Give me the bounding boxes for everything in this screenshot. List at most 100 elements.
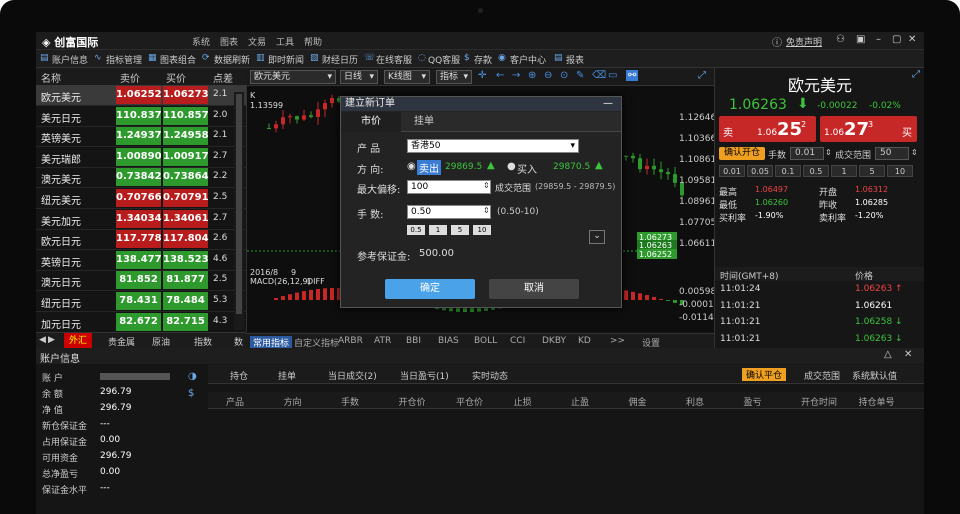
- action-button[interactable]: 成交范围: [804, 369, 840, 382]
- radio-buy[interactable]: ●: [507, 161, 516, 172]
- tab-oil[interactable]: 原油: [152, 335, 170, 348]
- scroll-thumb[interactable]: [236, 94, 242, 314]
- dialog-quick-lot[interactable]: 10: [473, 225, 491, 235]
- buy-button[interactable]: 1.06 27 3 买: [820, 116, 917, 142]
- menu-chart[interactable]: 图表: [220, 35, 238, 48]
- quote-ask[interactable]: 1.34061: [163, 209, 209, 228]
- tool-news[interactable]: 即时新闻: [268, 53, 304, 66]
- quote-row[interactable]: 美元瑞郎 1.00890 1.00917 2.7: [36, 147, 246, 168]
- menu-trade[interactable]: 文易: [248, 35, 266, 48]
- quote-ask[interactable]: 81.877: [163, 271, 208, 290]
- quote-row[interactable]: 澳元美元 0.73842 0.73864 2.2: [36, 167, 246, 189]
- close-icon[interactable]: ✕: [908, 34, 916, 45]
- minimize-icon[interactable]: –: [876, 34, 881, 45]
- quick-lot-button[interactable]: 5: [859, 165, 885, 177]
- radio-sell[interactable]: ◉: [407, 161, 416, 172]
- quote-ask[interactable]: 0.73864: [163, 168, 209, 187]
- quote-scrollbar[interactable]: [234, 92, 244, 330]
- quick-lot-button[interactable]: 0.5: [803, 165, 829, 177]
- tab-market[interactable]: 市价: [341, 112, 401, 132]
- quote-row[interactable]: 澳元日元 81.852 81.877 2.5: [36, 270, 246, 292]
- indicator-tab[interactable]: BIAS: [438, 336, 459, 346]
- quick-lot-button[interactable]: 0.01: [719, 165, 745, 177]
- dialog-quick-lot[interactable]: 1: [429, 225, 447, 235]
- range-input[interactable]: 50: [875, 147, 909, 160]
- scroll-right-icon[interactable]: ▶: [48, 335, 55, 345]
- quote-ask[interactable]: 0.70791: [163, 189, 209, 207]
- position-tab[interactable]: 当日成交(2): [328, 369, 377, 382]
- quote-row[interactable]: 美元加元 1.34034 1.34061 2.7: [36, 209, 246, 230]
- indicator-tab[interactable]: KD: [578, 336, 591, 346]
- close-icon[interactable]: —: [603, 97, 613, 111]
- indicator-tab[interactable]: >>: [610, 336, 625, 346]
- tool-indicators[interactable]: 指标管理: [106, 53, 142, 66]
- tab-more[interactable]: 数: [234, 335, 243, 348]
- quote-row[interactable]: 欧元美元 1.06252 1.06273 2.1: [36, 85, 246, 106]
- sell-radio-label[interactable]: 卖出: [417, 160, 441, 175]
- tab-index[interactable]: 指数: [194, 335, 212, 348]
- zoom-reset-icon[interactable]: ⊙: [560, 70, 568, 81]
- menu-system[interactable]: 系统: [192, 35, 210, 48]
- quote-ask[interactable]: 117.804: [163, 230, 209, 249]
- tool-deposit[interactable]: 存款: [474, 53, 492, 66]
- quick-lot-button[interactable]: 10: [887, 165, 913, 177]
- buy-radio-label[interactable]: 买入: [517, 161, 537, 176]
- quote-ask[interactable]: 1.00917: [163, 147, 209, 166]
- zoom-in-icon[interactable]: ⊕: [528, 70, 536, 81]
- quote-bid[interactable]: 110.837: [116, 106, 162, 125]
- quote-bid[interactable]: 1.34034: [116, 209, 162, 228]
- product-select[interactable]: 香港50 ▾: [407, 139, 579, 153]
- quote-ask[interactable]: 82.715: [163, 312, 208, 331]
- quote-ask[interactable]: 1.24958: [163, 127, 209, 146]
- maximize-icon[interactable]: ▢: [892, 34, 901, 45]
- info-icon[interactable]: ⓘ: [772, 34, 782, 49]
- tab-metals[interactable]: 贵金属: [108, 335, 135, 348]
- ok-button[interactable]: 确定: [385, 279, 475, 299]
- quote-row[interactable]: 纽元美元 0.70766 0.70791 2.5: [36, 188, 246, 209]
- user-icon[interactable]: ⚇: [836, 34, 845, 45]
- arrow-right-icon[interactable]: →: [512, 70, 520, 81]
- position-tab[interactable]: 当日盈亏(1): [400, 369, 449, 382]
- slippage-input[interactable]: 100: [407, 180, 491, 194]
- rectangle-icon[interactable]: ▭: [608, 70, 617, 81]
- zoom-out-icon[interactable]: ⊖: [544, 70, 552, 81]
- tab-forex[interactable]: 外汇: [64, 333, 93, 349]
- stepper-icon[interactable]: ⇕: [483, 206, 490, 215]
- expand-icon[interactable]: ⤢: [698, 70, 706, 81]
- stepper-icon[interactable]: ⇕: [911, 148, 918, 157]
- quote-ask[interactable]: 78.484: [163, 292, 208, 310]
- quote-bid[interactable]: 1.06252: [116, 86, 162, 104]
- quote-bid[interactable]: 81.852: [116, 271, 161, 290]
- quote-bid[interactable]: 0.70766: [116, 189, 162, 207]
- pen-icon[interactable]: ✎: [576, 70, 584, 81]
- quote-row[interactable]: 加元日元 82.672 82.715 4.3: [36, 312, 246, 333]
- indicator-tab[interactable]: ATR: [374, 336, 391, 346]
- quote-bid[interactable]: 0.73842: [116, 168, 162, 187]
- close-icon[interactable]: ✕: [904, 349, 912, 360]
- dialog-quick-lot[interactable]: 5: [451, 225, 469, 235]
- quote-row[interactable]: 美元日元 110.837 110.857 2.0: [36, 106, 246, 127]
- indicator-tab[interactable]: CCI: [510, 336, 525, 346]
- quote-ask[interactable]: 110.857: [163, 106, 209, 125]
- quick-lot-button[interactable]: 0.05: [747, 165, 773, 177]
- arrow-left-icon[interactable]: ←: [496, 70, 504, 81]
- quote-row[interactable]: 英镑日元 138.477 138.523 4.6: [36, 250, 246, 271]
- dollar-icon[interactable]: $: [188, 388, 194, 399]
- lots-input[interactable]: 0.50: [407, 205, 491, 219]
- quote-bid[interactable]: 1.00890: [116, 147, 162, 166]
- quote-ask[interactable]: 1.06273: [163, 86, 209, 104]
- indicator-tab[interactable]: BBI: [406, 336, 421, 346]
- indicator-tab[interactable]: DKBY: [542, 336, 566, 346]
- quote-bid[interactable]: 138.477: [116, 250, 162, 269]
- tool-layout[interactable]: 图表组合: [160, 53, 196, 66]
- mask-icon[interactable]: ◑: [188, 371, 197, 382]
- stepper-icon[interactable]: ⇕: [825, 148, 832, 157]
- charttype-select[interactable]: K线图 ▾: [384, 70, 430, 84]
- quote-ask[interactable]: 138.523: [163, 250, 209, 269]
- tool-account[interactable]: 账户信息: [52, 53, 88, 66]
- symbol-select[interactable]: 欧元美元 ▾: [250, 70, 336, 84]
- indicator-tab[interactable]: BOLL: [474, 336, 497, 346]
- tab-pending[interactable]: 挂单: [401, 112, 447, 132]
- action-button[interactable]: 系统默认值: [852, 369, 897, 382]
- period-select[interactable]: 日线 ▾: [340, 70, 378, 84]
